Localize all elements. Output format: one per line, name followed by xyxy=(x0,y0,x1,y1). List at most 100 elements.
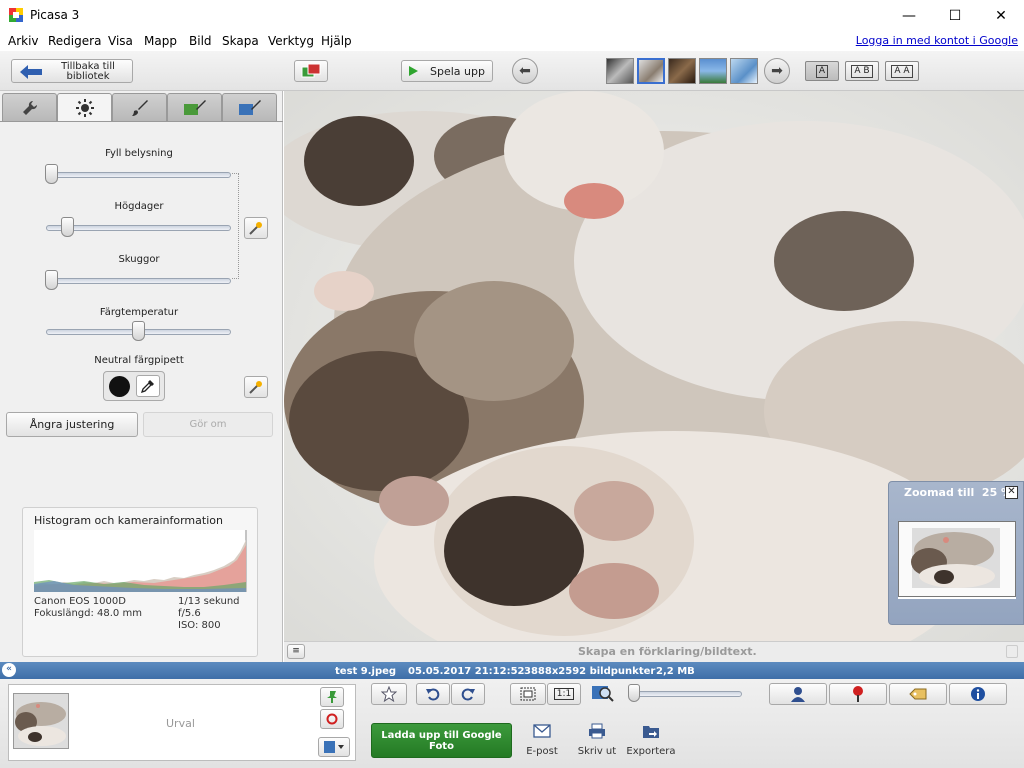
single-view-button[interactable]: A xyxy=(805,61,839,81)
export-button[interactable]: Exportera xyxy=(626,723,676,757)
maximize-button[interactable]: ☐ xyxy=(932,0,978,31)
shadows-slider-handle[interactable] xyxy=(45,270,58,290)
zoom-preview[interactable] xyxy=(898,521,1016,597)
shadows-slider-track[interactable] xyxy=(46,278,231,284)
rotate-right-button[interactable] xyxy=(451,683,485,705)
actual-size-icon: 1:1 xyxy=(553,688,575,700)
zoom-preview-image xyxy=(899,522,1015,596)
auto-color-button[interactable] xyxy=(244,376,268,398)
actual-size-button[interactable]: 1:1 xyxy=(547,683,581,705)
export-label: Exportera xyxy=(626,746,676,757)
trash-icon[interactable] xyxy=(1006,645,1018,658)
zoom-close-button[interactable]: ✕ xyxy=(1005,486,1018,499)
wrench-icon xyxy=(22,100,37,115)
menu-redigera[interactable]: Redigera xyxy=(48,34,101,48)
add-to-album-button[interactable] xyxy=(318,737,350,757)
tab-effects-3[interactable] xyxy=(222,93,277,121)
tag-button[interactable] xyxy=(889,683,947,705)
fit-to-window-button[interactable] xyxy=(510,683,546,705)
play-icon xyxy=(409,66,419,76)
menu-arkiv[interactable]: Arkiv xyxy=(8,34,39,48)
previous-photo-button[interactable]: ⬅ xyxy=(512,58,538,84)
histogram-title: Histogram och kamerainformation xyxy=(34,514,223,527)
tab-effects-2[interactable] xyxy=(167,93,222,121)
menu-mapp[interactable]: Mapp xyxy=(144,34,177,48)
status-datetime: 05.05.2017 21:12:52 xyxy=(408,666,525,677)
status-dimensions: 3888x2592 bildpunkter xyxy=(524,666,656,677)
color-temperature-slider-handle[interactable] xyxy=(132,321,145,341)
pin-icon xyxy=(327,691,337,703)
email-button[interactable]: E-post xyxy=(517,723,567,757)
window-title: Picasa 3 xyxy=(30,8,80,22)
zoom-label: Zoomad till 25 % xyxy=(904,486,1013,499)
title-bar xyxy=(0,0,1024,31)
next-photo-button[interactable]: ➡ xyxy=(764,58,790,84)
upload-to-google-photos-button[interactable]: Ladda upp till Google Foto xyxy=(371,723,512,758)
zoom-slider-track[interactable] xyxy=(628,691,742,697)
minimize-button[interactable]: — xyxy=(886,0,932,31)
tab-tuning[interactable] xyxy=(57,93,112,122)
print-button[interactable]: Skriv ut xyxy=(572,723,622,757)
neutral-color-swatch xyxy=(109,376,130,397)
geotag-button[interactable] xyxy=(829,683,887,705)
split-view-button[interactable]: A A xyxy=(885,61,919,81)
zoom-magnifier-icon xyxy=(592,686,614,702)
tab-basic-fixes[interactable] xyxy=(2,93,57,121)
compare-view-button[interactable]: A B xyxy=(845,61,879,81)
tab-divider xyxy=(0,121,283,122)
auto-contrast-button[interactable] xyxy=(244,217,268,239)
people-button[interactable] xyxy=(769,683,827,705)
tab-effects[interactable] xyxy=(112,93,167,121)
slideshow-button[interactable]: Spela upp xyxy=(401,60,493,82)
undo-adjustment-button[interactable]: Ångra justering xyxy=(6,412,138,437)
redo-button[interactable]: Gör om xyxy=(143,412,273,437)
tray-thumbnail-image xyxy=(14,694,68,748)
rotate-left-button[interactable] xyxy=(416,683,450,705)
view-mode-group: A A B A A xyxy=(805,61,919,81)
filmstrip-thumb[interactable] xyxy=(730,58,758,84)
brush-blue-icon xyxy=(238,99,261,115)
info-button[interactable] xyxy=(949,683,1007,705)
filmstrip-thumb[interactable] xyxy=(606,58,634,84)
highlights-slider-handle[interactable] xyxy=(61,217,74,237)
close-button[interactable]: ✕ xyxy=(978,0,1024,31)
menu-verktyg[interactable]: Verktyg xyxy=(268,34,314,48)
arrow-right-icon: ➡ xyxy=(771,63,783,79)
brush-icon xyxy=(131,99,148,116)
eyedropper-button[interactable] xyxy=(136,375,160,397)
aperture: f/5.6 xyxy=(178,608,201,619)
tag-icon xyxy=(909,688,927,700)
star-icon xyxy=(381,686,397,702)
login-link[interactable]: Logga in med kontot i Google xyxy=(856,34,1018,47)
rotate-left-icon xyxy=(426,688,440,701)
collage-button[interactable] xyxy=(294,60,328,82)
hold-button[interactable] xyxy=(320,687,344,707)
fill-light-slider-handle[interactable] xyxy=(45,164,58,184)
histogram-graph xyxy=(34,530,247,592)
menu-visa[interactable]: Visa xyxy=(108,34,133,48)
tray-thumbnail[interactable] xyxy=(13,693,69,749)
filmstrip-thumb[interactable] xyxy=(668,58,696,84)
arrow-left-icon: ⬅ xyxy=(519,63,531,79)
back-to-library-button[interactable]: Tillbaka till bibliotek xyxy=(11,59,133,83)
zoom-slider-handle[interactable] xyxy=(628,684,640,702)
back-label: Tillbaka till bibliotek xyxy=(61,61,115,82)
menu-hjalp[interactable]: Hjälp xyxy=(321,34,352,48)
caption-input[interactable]: Skapa en förklaring/bildtext. xyxy=(578,645,757,658)
collapse-panel-button[interactable]: « xyxy=(2,663,16,677)
fit-window-icon xyxy=(520,687,536,701)
caption-toggle-button[interactable]: ≡ xyxy=(287,644,305,659)
neutral-picker-label: Neutral färgpipett xyxy=(94,355,184,366)
brightness-icon xyxy=(75,99,94,117)
envelope-icon xyxy=(533,724,551,738)
menu-skapa[interactable]: Skapa xyxy=(222,34,259,48)
star-button[interactable] xyxy=(371,683,407,705)
menu-bild[interactable]: Bild xyxy=(189,34,212,48)
iso: ISO: 800 xyxy=(178,620,221,631)
filmstrip-thumb-selected[interactable] xyxy=(637,58,665,84)
export-folder-icon xyxy=(643,726,659,738)
filmstrip-thumb[interactable] xyxy=(699,58,727,84)
eyedropper-icon xyxy=(141,380,154,393)
clear-selection-button[interactable] xyxy=(320,709,344,729)
fill-light-slider-track[interactable] xyxy=(46,172,231,178)
